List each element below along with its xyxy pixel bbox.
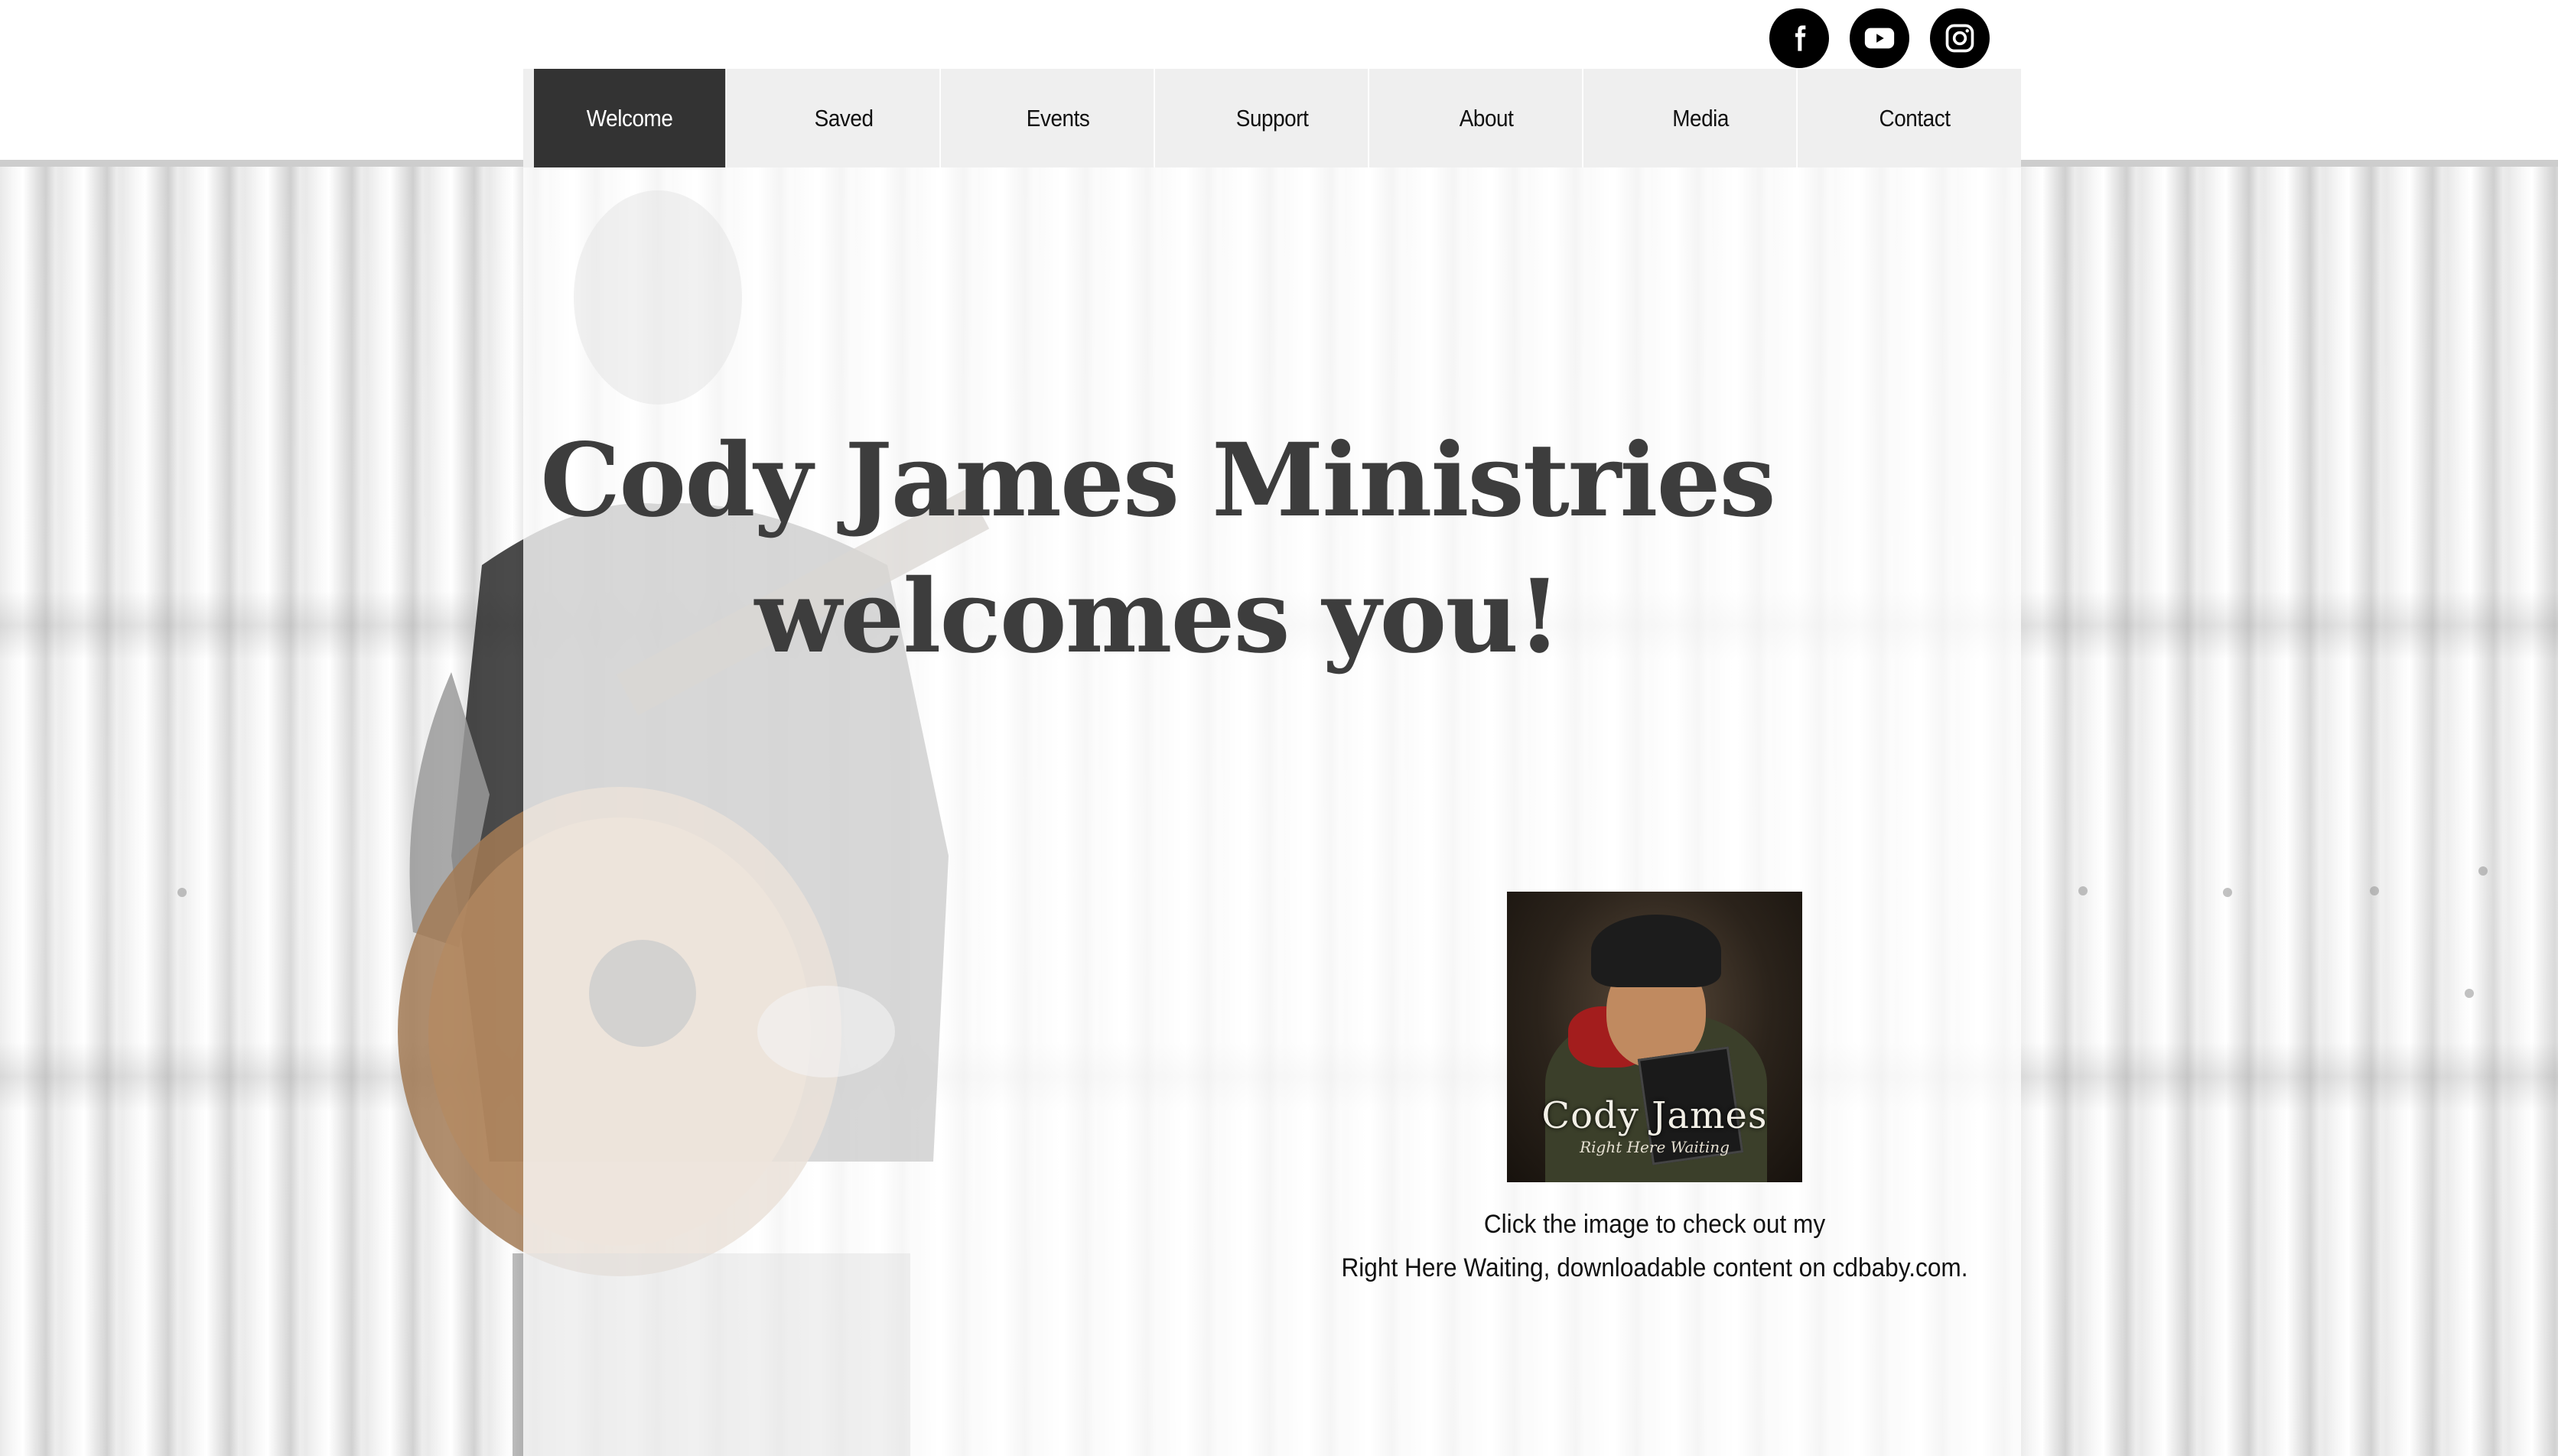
nav-item-saved[interactable]: Saved <box>748 69 941 167</box>
album-subtitle: Right Here Waiting <box>1580 1138 1730 1156</box>
main-nav: Welcome Saved Events Support About Media… <box>523 69 2021 167</box>
facebook-icon[interactable] <box>1769 8 1829 68</box>
nav-item-media[interactable]: Media <box>1605 69 1798 167</box>
hero-title-line1: Cody James Ministries <box>540 421 1776 540</box>
youtube-icon[interactable] <box>1850 8 1909 68</box>
album-caption: Click the image to check out my Right He… <box>1297 1203 2013 1290</box>
nav-item-about[interactable]: About <box>1391 69 1583 167</box>
nav-item-events[interactable]: Events <box>962 69 1155 167</box>
hero-title: Cody James Ministries welcomes you! <box>523 413 2021 685</box>
album-title: Cody James <box>1541 1094 1768 1137</box>
hero-title-line2: welcomes you! <box>754 557 1562 676</box>
instagram-icon[interactable] <box>1930 8 1990 68</box>
album-cover-link[interactable]: Cody James Right Here Waiting <box>1507 892 1802 1182</box>
nav-item-support[interactable]: Support <box>1176 69 1369 167</box>
nav-item-contact[interactable]: Contact <box>1818 69 2011 167</box>
caption-line1: Click the image to check out my <box>1483 1210 1826 1239</box>
caption-line2: Right Here Waiting, downloadable content… <box>1341 1253 1968 1282</box>
nav-item-welcome[interactable]: Welcome <box>534 69 727 167</box>
social-links <box>1769 8 1990 68</box>
